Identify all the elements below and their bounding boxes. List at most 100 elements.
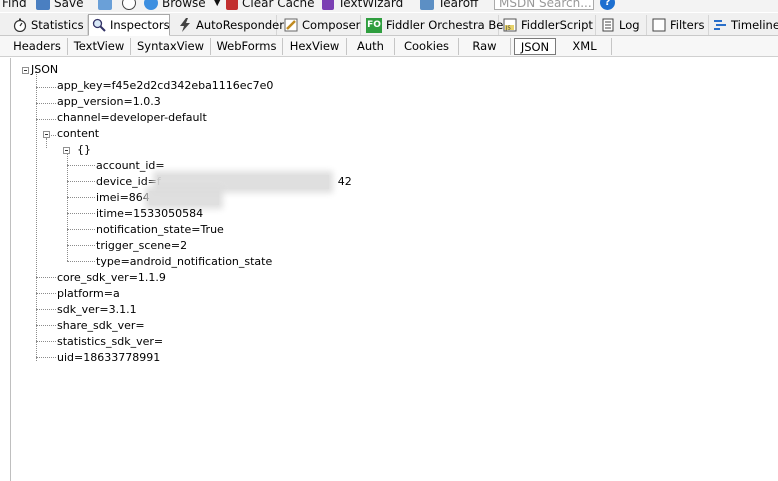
- json-tree-view[interactable]: JSON app_key=f45e2d2cd342eba1116ec7e0 ap…: [10, 58, 778, 481]
- collapse-toggle-icon[interactable]: [63, 147, 70, 154]
- subtab-json[interactable]: JSON: [514, 38, 556, 55]
- tearoff-button[interactable]: Tearoff: [420, 0, 478, 12]
- tree-node-app-version[interactable]: app_version=1.0.3: [57, 95, 161, 109]
- tree-node-sdk-ver[interactable]: sdk_ver=3.1.1: [57, 303, 137, 317]
- tree-node-share-sdk-ver[interactable]: share_sdk_ver=: [57, 319, 145, 333]
- collapse-toggle-icon[interactable]: [22, 67, 29, 74]
- tab-fiddler-orchestra-beta[interactable]: FO Fiddler Orchestra Beta: [363, 15, 515, 35]
- tab-label: Timeline: [731, 18, 778, 32]
- find-label: Find: [2, 0, 27, 10]
- tree-connector: [36, 341, 56, 342]
- tree-connector: [46, 138, 47, 148]
- textwizard-button[interactable]: TextWizard: [322, 0, 403, 12]
- tree-connector: [36, 87, 56, 88]
- dropdown-arrow-icon: ▼: [213, 0, 221, 8]
- tree-node-trigger-scene[interactable]: trigger_scene=2: [96, 239, 187, 253]
- main-tab-row: Statistics Inspectors AutoResponder Comp…: [0, 13, 778, 36]
- subtab-xml[interactable]: XML: [558, 38, 612, 55]
- tab-label: Statistics: [31, 18, 84, 32]
- browse-button[interactable]: Browse ▼: [144, 0, 221, 12]
- textwizard-label: TextWizard: [338, 0, 404, 10]
- pencil-icon: [284, 18, 298, 32]
- tab-timeline[interactable]: Timeline: [710, 15, 778, 35]
- subtab-webforms[interactable]: WebForms: [211, 38, 283, 55]
- subtab-syntaxview[interactable]: SyntaxView: [131, 38, 211, 55]
- subtab-textview[interactable]: TextView: [68, 38, 131, 55]
- tab-label: AutoResponder: [196, 18, 284, 32]
- help-icon[interactable]: ?: [600, 0, 615, 10]
- tree-connector: [36, 309, 56, 310]
- tearoff-label: Tearoff: [438, 0, 479, 10]
- orchestra-icon: FO: [366, 17, 382, 33]
- clear-cache-button[interactable]: Clear Cache: [226, 0, 315, 12]
- subtab-headers[interactable]: Headers: [7, 38, 68, 55]
- msdn-search-input[interactable]: MSDN Search...: [494, 0, 594, 10]
- tree-connector: [36, 119, 56, 120]
- timer-button[interactable]: [122, 0, 140, 12]
- tree-node-itime[interactable]: itime=1533050584: [96, 207, 203, 221]
- tree-connector: [67, 181, 95, 182]
- subtab-raw[interactable]: Raw: [459, 38, 511, 55]
- tree-connector: [36, 277, 56, 278]
- redaction-blur: [149, 191, 219, 205]
- tree-node-channel[interactable]: channel=developer-default: [57, 111, 207, 125]
- tree-node-core-sdk-ver[interactable]: core_sdk_ver=1.1.9: [57, 271, 166, 285]
- tree-connector: [36, 357, 56, 358]
- tree-node-imei[interactable]: imei=864: [96, 191, 150, 205]
- tree-node-platform[interactable]: platform=a: [57, 287, 120, 301]
- camera-icon: [98, 0, 112, 10]
- tab-filters[interactable]: Filters: [649, 15, 709, 35]
- checkbox-icon: [652, 18, 666, 32]
- timeline-icon: [713, 18, 727, 32]
- tree-connector: [67, 245, 95, 246]
- collapse-toggle-icon[interactable]: [43, 131, 50, 138]
- find-button[interactable]: Find: [2, 0, 27, 12]
- tree-connector: [67, 213, 95, 214]
- tree-node-type[interactable]: type=android_notification_state: [96, 255, 272, 269]
- tree-node-account-id[interactable]: account_id=: [96, 159, 165, 173]
- tree-node-notification-state[interactable]: notification_state=True: [96, 223, 224, 237]
- subtab-cookies[interactable]: Cookies: [395, 38, 459, 55]
- stopwatch-icon: [13, 18, 27, 33]
- tree-node-app-key[interactable]: app_key=f45e2d2cd342eba1116ec7e0: [57, 79, 273, 93]
- tree-node-content[interactable]: content: [57, 127, 99, 141]
- tree-connector: [49, 135, 56, 136]
- tab-label: Fiddler Orchestra Beta: [386, 18, 515, 32]
- device-id-prefix: device_id=f: [96, 175, 161, 188]
- tree-node-object[interactable]: {}: [77, 143, 91, 157]
- browse-label: Browse: [162, 0, 206, 10]
- magnifier-icon: [92, 18, 106, 32]
- tab-autoresponder[interactable]: AutoResponder: [175, 15, 284, 35]
- tree-node-statistics-sdk-ver[interactable]: statistics_sdk_ver=: [57, 335, 163, 349]
- subtab-hexview[interactable]: HexView: [283, 38, 347, 55]
- clock-icon: [122, 0, 136, 10]
- script-icon: JS: [503, 18, 517, 32]
- tree-connector: [67, 165, 95, 166]
- save-button[interactable]: Save: [36, 0, 83, 12]
- inspector-subtab-row: Headers TextView SyntaxView WebForms Hex…: [0, 36, 778, 57]
- tab-label: FiddlerScript: [521, 18, 593, 32]
- tree-connector: [36, 103, 56, 104]
- tree-connector: [67, 229, 95, 230]
- tree-connector: [36, 293, 56, 294]
- tab-log[interactable]: Log: [598, 15, 647, 35]
- subtab-auth[interactable]: Auth: [347, 38, 395, 55]
- main-toolbar: Find Save Browse ▼ Clear Cache TextWizar…: [0, 0, 778, 12]
- tab-fiddlerscript[interactable]: JS FiddlerScript: [500, 15, 596, 35]
- svg-text:JS: JS: [505, 26, 511, 32]
- device-id-suffix: 42: [337, 175, 352, 188]
- tab-label: Composer: [302, 18, 361, 32]
- tab-label: Inspectors: [110, 18, 170, 32]
- tab-composer[interactable]: Composer: [281, 15, 361, 35]
- lightning-icon: [178, 18, 192, 32]
- tab-label: Log: [619, 18, 640, 32]
- tab-statistics[interactable]: Statistics: [10, 15, 88, 35]
- tab-label: Filters: [670, 18, 705, 32]
- globe-icon: [144, 0, 158, 10]
- tab-inspectors[interactable]: Inspectors: [88, 14, 170, 36]
- clear-cache-label: Clear Cache: [242, 0, 315, 10]
- screenshot-button[interactable]: [98, 0, 116, 12]
- tree-node-root[interactable]: JSON: [31, 63, 58, 77]
- tree-node-uid[interactable]: uid=18633778991: [57, 351, 160, 365]
- redaction-blur: [157, 175, 329, 189]
